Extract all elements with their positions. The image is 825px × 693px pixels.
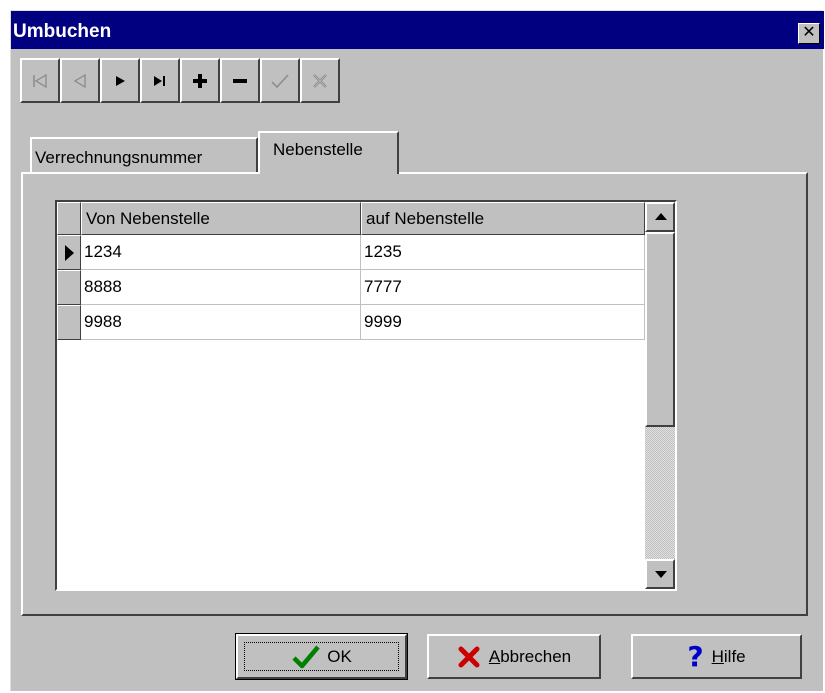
post-record-button[interactable] [260,58,300,103]
minus-icon [233,78,247,83]
table-cell[interactable]: 9999 [361,305,645,340]
cancel-edit-button[interactable] [300,58,340,103]
tab-label: Verrechnungsnummer [35,148,203,167]
plus-icon [193,73,207,88]
first-record-icon [33,73,47,88]
data-grid[interactable]: Von Nebenstelle auf Nebenstelle 1234 123… [55,200,677,591]
focus-rect [244,642,399,671]
prior-record-button[interactable] [60,58,100,103]
scroll-thumb[interactable] [645,232,675,427]
table-cell[interactable]: 1235 [361,235,645,270]
scroll-up-button[interactable] [645,202,675,232]
cancel-button[interactable]: Abbrechen [427,634,601,679]
arrow-down-icon [655,571,667,578]
close-button[interactable]: ✕ [798,23,820,44]
x-icon [458,646,480,667]
insert-record-button[interactable] [180,58,220,103]
vertical-scrollbar[interactable] [645,202,675,589]
table-cell[interactable]: 7777 [361,270,645,305]
scroll-down-button[interactable] [645,559,675,589]
table-cell[interactable]: 8888 [81,270,361,305]
first-record-button[interactable] [20,58,60,103]
help-label: Hilfe [711,646,746,666]
next-record-icon [116,75,125,86]
tab-nebenstelle[interactable]: Nebenstelle [258,131,399,174]
ok-button[interactable]: OK [235,633,408,680]
prior-record-icon [73,73,86,88]
cancel-x-icon [313,73,327,88]
next-record-button[interactable] [100,58,140,103]
window-title: Umbuchen [13,21,112,42]
title-bar[interactable]: Umbuchen ✕ [11,11,824,49]
checkmark-icon [271,73,289,88]
help-button[interactable]: ? Hilfe [631,634,802,679]
table-cell[interactable]: 9988 [81,305,361,340]
arrow-up-icon [655,213,667,220]
question-icon: ? [687,640,704,673]
row-indicator[interactable] [57,305,81,340]
row-indicator[interactable] [57,270,81,305]
table-cell[interactable]: 1234 [81,235,361,270]
row-indicator[interactable] [57,235,81,270]
tab-label: Nebenstelle [273,140,363,159]
last-record-icon [154,75,165,86]
column-header-von[interactable]: Von Nebenstelle [81,202,361,235]
column-header-auf[interactable]: auf Nebenstelle [361,202,645,235]
indicator-header [57,202,81,235]
last-record-button[interactable] [140,58,180,103]
delete-record-button[interactable] [220,58,260,103]
current-row-arrow-icon [65,245,74,261]
cancel-label: Abbrechen [488,646,572,666]
tab-verrechnungsnummer[interactable]: Verrechnungsnummer [30,137,258,172]
